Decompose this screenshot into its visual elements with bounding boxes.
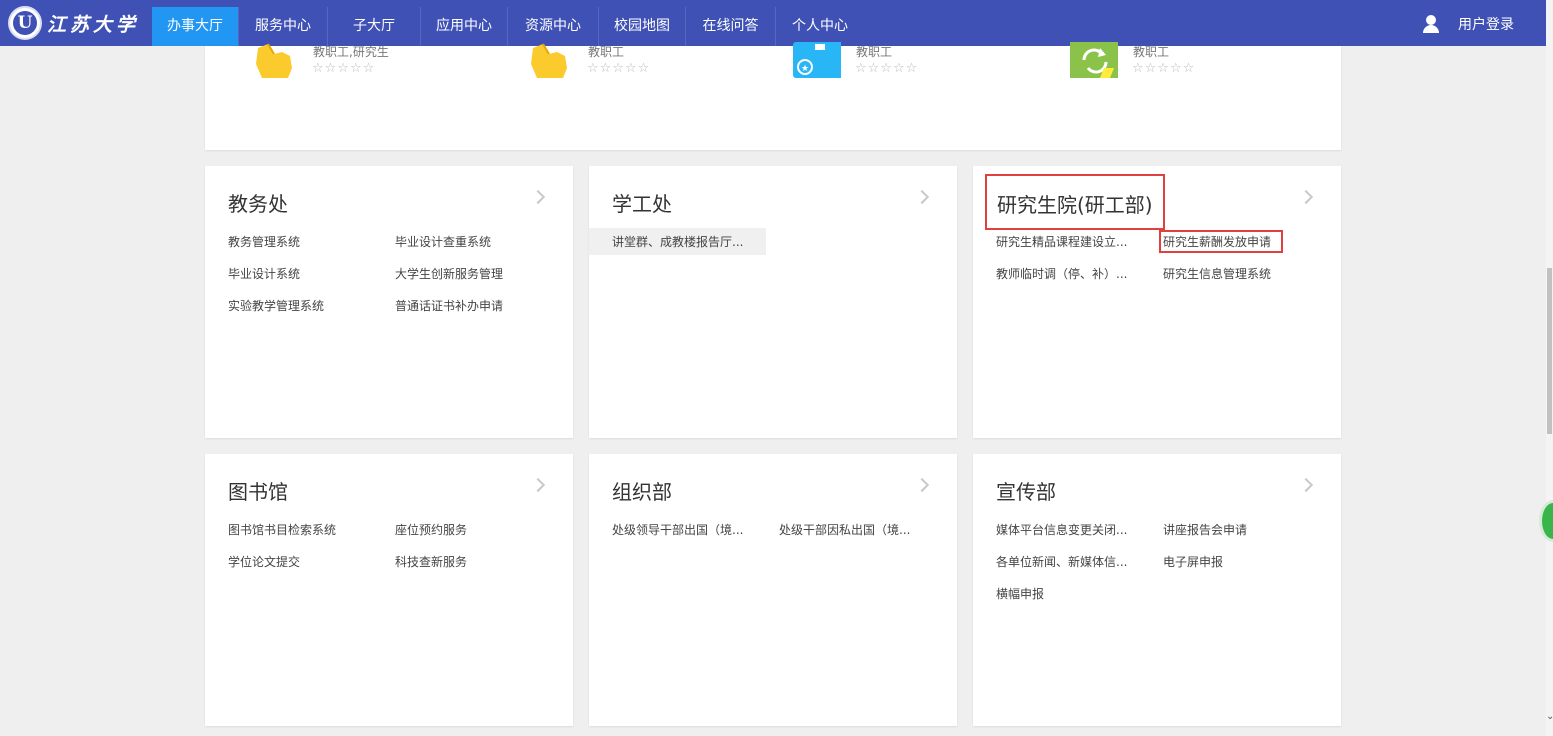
card-title[interactable]: 宣传部 [996,476,1056,505]
service-link[interactable]: 媒体平台信息变更关闭... [996,521,1127,538]
service-link[interactable]: 各单位新闻、新媒体信... [996,553,1127,570]
service-link[interactable]: 科技查新服务 [395,553,467,570]
service-audience: 教职工 [588,45,625,59]
card-title[interactable]: 组织部 [612,476,672,505]
department-card-graduate-school: 研究生院(研工部) 研究生精品课程建设立... 研究生薪酬发放申请 教师临时调（… [973,166,1341,438]
tab-service-hall[interactable]: 办事大厅 [152,7,239,46]
service-link-salary-application[interactable]: 研究生薪酬发放申请 [1159,230,1284,253]
hand-pointer-icon [256,43,292,78]
main-nav: 办事大厅 服务中心 子大厅 应用中心 资源中心 校园地图 在线问答 个人中心 [152,7,864,46]
service-link[interactable]: 讲堂群、成教楼报告厅... [589,228,767,255]
department-card-organization: 组织部 处级领导干部出国（境... 处级干部因私出国（境... [589,454,957,726]
department-card-publicity: 宣传部 媒体平台信息变更关闭... 讲座报告会申请 各单位新闻、新媒体信... … [973,454,1341,726]
department-card-academic-affairs: 教务处 教务管理系统 毕业设计查重系统 毕业设计系统 大学生创新服务管理 实验教… [205,166,573,438]
service-link[interactable]: 大学生创新服务管理 [395,265,503,282]
card-title[interactable]: 研究生院(研工部) [985,174,1165,230]
seal-letter: U [13,11,37,35]
service-link[interactable]: 讲座报告会申请 [1163,521,1247,538]
university-name: 江苏大学 [47,13,140,36]
service-audience: 教职工 [856,45,893,59]
seal-icon: U [8,6,42,40]
login-label: 用户登录 [1458,17,1514,33]
rating-stars[interactable]: ☆☆☆☆☆ [1132,61,1195,76]
department-card-student-affairs: 学工处 讲堂群、成教楼报告厅... [589,166,957,438]
service-link[interactable]: 毕业设计查重系统 [395,233,491,250]
service-link[interactable]: 座位预约服务 [395,521,467,538]
rating-stars[interactable]: ☆☆☆☆☆ [312,61,375,76]
user-icon [1422,15,1440,33]
featured-services-panel: 教职工,研究生 ☆☆☆☆☆ 教职工 ☆☆☆☆☆ ★ 教职工 ☆☆☆☆☆ 教职工 … [205,42,1341,150]
chevron-right-icon[interactable] [914,477,930,493]
rating-stars[interactable]: ☆☆☆☆☆ [855,61,918,76]
card-title[interactable]: 教务处 [228,188,288,217]
tab-service-center[interactable]: 服务中心 [239,7,328,46]
chevron-right-icon[interactable] [1298,189,1314,205]
rating-stars[interactable]: ☆☆☆☆☆ [587,61,650,76]
tab-online-qa[interactable]: 在线问答 [686,7,776,46]
service-link[interactable]: 处级领导干部出国（境... [612,521,743,538]
tab-personal-center[interactable]: 个人中心 [776,7,864,46]
tab-resource-center[interactable]: 资源中心 [508,7,599,46]
service-link[interactable]: 教师临时调（停、补）... [996,265,1127,282]
service-link[interactable]: 图书馆书目检索系统 [228,521,336,538]
chevron-right-icon[interactable] [1298,477,1314,493]
top-navbar: U 江苏大学 办事大厅 服务中心 子大厅 应用中心 资源中心 校园地图 在线问答… [0,0,1546,46]
service-link[interactable]: 普通话证书补办申请 [395,297,503,314]
hand-pointer-icon [531,43,567,78]
service-link[interactable]: 电子屏申报 [1163,553,1223,570]
service-audience: 教职工,研究生 [313,45,389,59]
svg-text:★: ★ [801,64,809,74]
scrollbar-thumb[interactable] [1547,268,1552,434]
chevron-right-icon[interactable] [530,189,546,205]
tab-sub-hall[interactable]: 子大厅 [328,7,421,46]
card-title[interactable]: 学工处 [612,188,672,217]
floating-help-button[interactable] [1539,500,1553,542]
tab-app-center[interactable]: 应用中心 [421,7,508,46]
login-button[interactable]: 用户登录 [1422,14,1514,34]
university-logo[interactable]: U 江苏大学 [8,6,139,40]
chevron-right-icon[interactable] [914,189,930,205]
chevron-right-icon[interactable] [530,477,546,493]
tab-campus-map[interactable]: 校园地图 [599,7,686,46]
service-link[interactable]: 处级干部因私出国（境... [779,521,910,538]
scroll-down-icon[interactable]: ⌄ [1546,712,1553,722]
service-link[interactable]: 实验教学管理系统 [228,297,324,314]
id-card-icon: ★ [793,42,841,78]
service-link[interactable]: 学位论文提交 [228,553,300,570]
service-link[interactable]: 研究生信息管理系统 [1163,265,1271,282]
service-link[interactable]: 教务管理系统 [228,233,300,250]
refresh-icon [1070,42,1118,78]
service-audience: 教职工 [1133,45,1170,59]
service-link[interactable]: 毕业设计系统 [228,265,300,282]
service-link[interactable]: 横幅申报 [996,585,1044,602]
service-link[interactable]: 研究生精品课程建设立... [996,233,1127,250]
department-card-library: 图书馆 图书馆书目检索系统 座位预约服务 学位论文提交 科技查新服务 [205,454,573,726]
card-title[interactable]: 图书馆 [228,476,288,505]
